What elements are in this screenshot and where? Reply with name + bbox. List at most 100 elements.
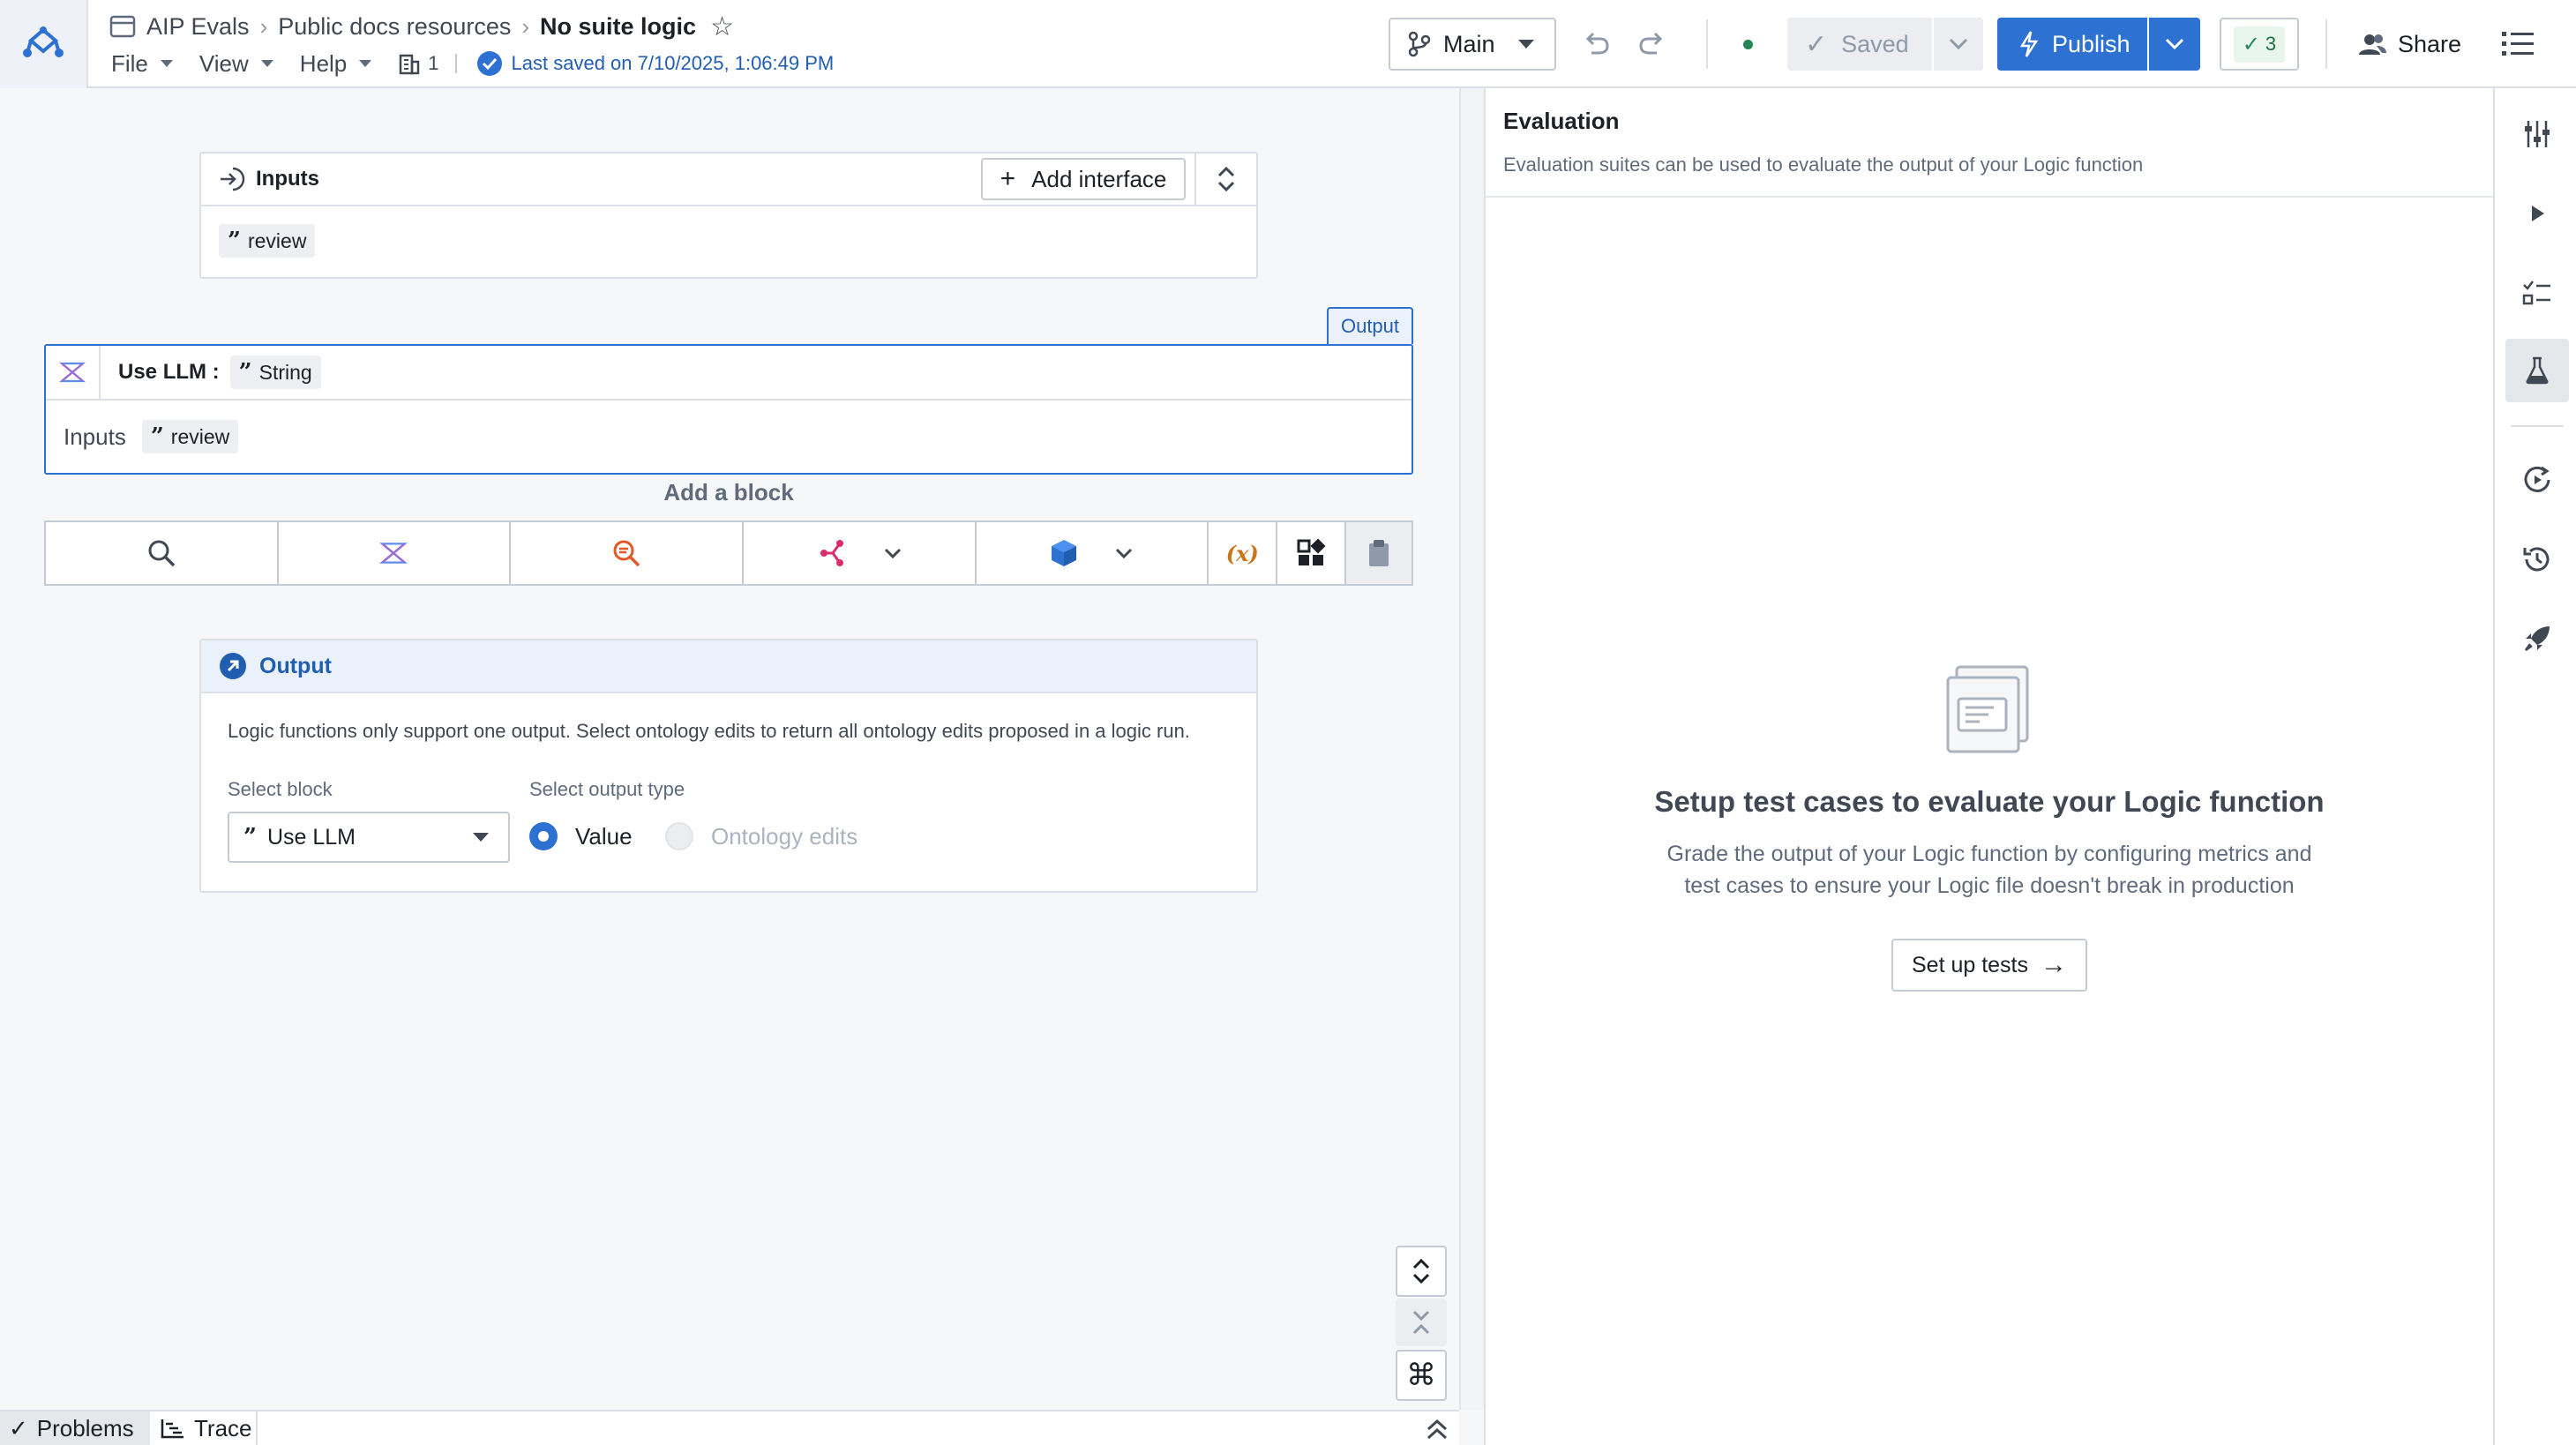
file-title[interactable]: No suite logic [540,13,696,41]
use-llm-block[interactable]: Use LLM : ” String Inputs ” review [44,344,1413,475]
resource-count[interactable]: 1 [398,52,439,75]
chevron-down-icon [1949,38,1968,50]
checklist-icon [2522,281,2550,305]
caret-down-icon [473,833,489,842]
rocket-icon [2524,626,2550,652]
llm-input-param-name: review [170,424,230,448]
check-icon: ✓ [9,1414,28,1441]
llm-inputs-label: Inputs [64,423,126,450]
check-icon: ✓ [2242,32,2260,56]
output-card-title: Output [259,653,332,678]
quote-icon: ” [243,824,257,850]
add-interface-button[interactable]: + Add interface [981,158,1186,200]
paste-block-button[interactable] [1346,522,1412,584]
check-icon: ✓ [1805,29,1828,59]
sliders-icon [2525,121,2550,147]
radio-value[interactable]: Value [529,822,633,850]
history-tab[interactable] [2505,528,2569,591]
automation-tab[interactable] [2505,448,2569,512]
output-type-label: Select output type [529,778,685,800]
refresh-play-icon [2524,466,2550,492]
add-variable-block-button[interactable]: (x) [1209,522,1278,584]
add-block-label: Add a block [663,479,794,505]
input-param-tag[interactable]: ” review [219,224,316,258]
select-block-dropdown[interactable]: ” Use LLM [228,812,510,863]
output-marker-label: Output [1340,315,1400,337]
add-function-block-button[interactable] [744,522,977,584]
expand-collapse-button[interactable] [1194,153,1256,205]
add-widget-block-button[interactable] [1277,522,1347,584]
evaluation-subtitle: Evaluation suites can be used to evaluat… [1503,153,2144,176]
caret-down-icon [160,60,173,67]
star-icon[interactable]: ☆ [710,11,734,42]
chevron-right-icon: › [259,12,268,40]
menu-view[interactable]: View [199,50,273,78]
add-llm-block-button[interactable] [279,522,512,584]
chevron-down-icon [884,548,901,558]
evaluation-tab[interactable] [2505,339,2569,402]
problems-label: Problems [36,1414,134,1441]
checks-count: 3 [2265,33,2277,55]
resource-count-value: 1 [428,52,439,74]
problems-tab[interactable]: ✓ Problems [0,1411,150,1445]
canvas-scroll-strip [1459,88,1484,1410]
app-logo[interactable] [0,0,88,88]
breadcrumb-item-public-docs[interactable]: Public docs resources [278,13,511,41]
checks-button[interactable]: ✓ 3 [2220,18,2299,71]
publish-button[interactable]: Publish [1997,18,2147,71]
add-block-toolbar: (x) [44,520,1413,586]
output-card-header: Output [201,640,1256,693]
add-search-block-button[interactable] [511,522,744,584]
properties-tab[interactable] [2505,102,2569,166]
share-button[interactable]: Share [2357,18,2461,71]
inputs-card-header: Inputs + Add interface [201,153,1256,206]
gantt-chart-icon [161,1419,183,1439]
menu-help[interactable]: Help [300,50,372,78]
search-icon [148,540,176,567]
arrow-top-right-circle-icon [220,653,246,679]
file-icon [109,15,136,38]
last-saved-status[interactable]: Last saved on 7/10/2025, 1:06:49 PM [512,52,835,75]
grid-view-icon [1297,539,1326,565]
command-palette-button[interactable]: ⌘ [1396,1350,1447,1401]
quote-icon: ” [150,423,164,450]
bottom-bar: ✓ Problems Trace [0,1410,1459,1445]
empty-state-text-line-2: test cases to ensure your Logic file doe… [1684,873,2295,898]
run-tab[interactable] [2505,182,2569,245]
input-param-name: review [247,228,307,252]
saved-button[interactable]: ✓ Saved [1787,18,1932,71]
undo-icon[interactable] [1581,28,1613,60]
fit-view-button[interactable] [1396,1246,1447,1297]
trace-tab[interactable]: Trace [152,1411,258,1445]
deploy-tab[interactable] [2505,607,2569,670]
set-up-tests-button[interactable]: Set up tests → [1891,939,2087,992]
llm-input-param-tag[interactable]: ” review [141,420,239,453]
breadcrumb-item-aip-evals[interactable]: AIP Evals [146,13,250,41]
checklist-tab[interactable] [2505,261,2569,325]
evaluation-panel: Evaluation Evaluation suites can be used… [1484,88,2493,1445]
divider [2325,19,2327,69]
users-icon [2359,34,2386,55]
git-branch-icon [1408,31,1431,57]
llm-icon-cell [46,346,101,399]
breadcrumb: AIP Evals › Public docs resources › No s… [109,11,734,42]
branch-selector[interactable]: Main [1389,18,1556,71]
collapse-all-button[interactable] [1396,1299,1447,1346]
radio-selected-icon [529,822,558,850]
flask-icon [2526,356,2549,385]
evaluation-title: Evaluation [1503,108,1620,134]
menu-view-label: View [198,49,249,77]
list-menu-icon[interactable] [2500,28,2535,60]
check-circle-icon [476,51,502,76]
radio-ontology-edits[interactable]: Ontology edits [665,822,857,850]
add-object-block-button[interactable] [977,522,1209,584]
divider [1706,19,1708,69]
menu-file[interactable]: File [111,50,173,78]
select-block-label: Select block [228,778,333,800]
search-block-button[interactable] [46,522,279,584]
redo-icon[interactable] [1636,28,1667,60]
publish-dropdown-button[interactable] [2149,18,2200,71]
expand-panel-icon[interactable] [1424,1417,1450,1441]
saved-dropdown-button[interactable] [1934,18,1983,71]
publish-label: Publish [2052,30,2130,57]
